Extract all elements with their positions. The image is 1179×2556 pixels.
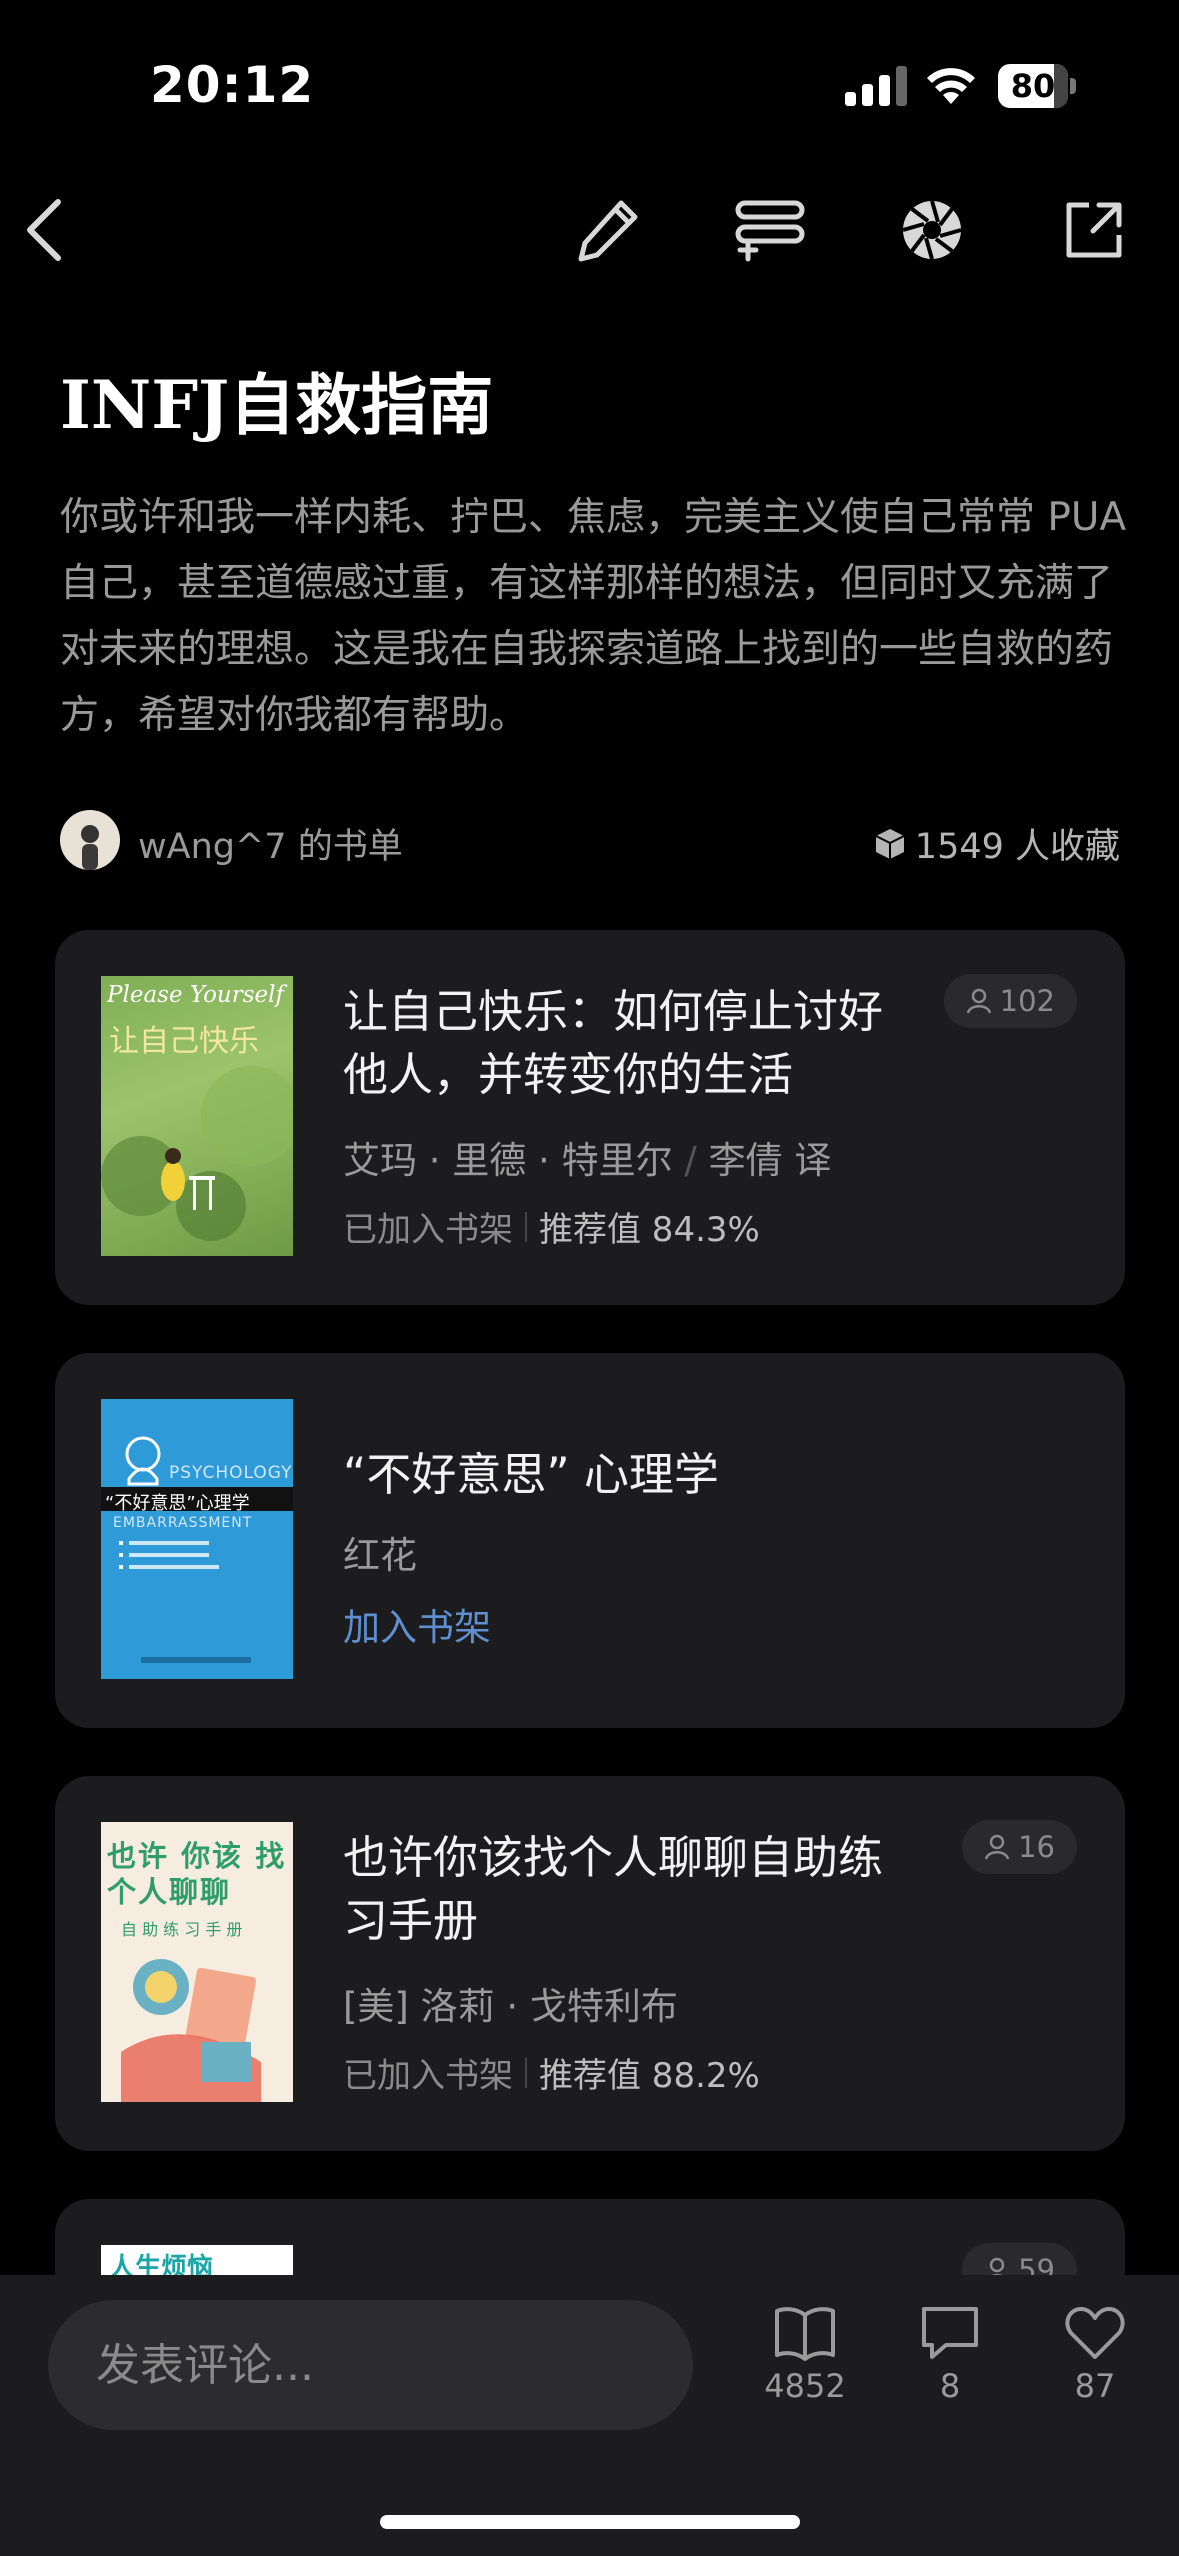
cover-title-cn: 让自己快乐 xyxy=(109,1024,259,1059)
bottom-bar: 4852 8 87 xyxy=(0,2275,1179,2556)
share-icon[interactable] xyxy=(1058,194,1130,266)
add-to-shelf-link[interactable]: 加入书架 xyxy=(343,1597,491,1651)
book-card[interactable]: PSYCHOLOGY “不好意思”心理学 EMBARRASSMENT “不好意思… xyxy=(55,1353,1125,1728)
readers-count: 102 xyxy=(999,984,1055,1018)
book-title: 也许你该找个人聊聊自助练习手册 xyxy=(343,1831,884,1947)
open-book-icon xyxy=(775,2307,835,2361)
book-card[interactable]: Please Yourself 让自己快乐 让自己快乐：如何停止讨好他人，并转变… xyxy=(55,930,1125,1305)
book-title: “不好意思” 心理学 xyxy=(343,1448,719,1501)
person-icon xyxy=(984,1834,1010,1860)
booklist-description: 你或许和我一样内耗、拧巴、焦虑，完美主义使自己常常 PUA 自己，甚至道德感过重… xyxy=(60,495,1127,738)
owner-row: wAng^7 的书单 1549 人收藏 xyxy=(60,810,1120,872)
readers-count: 16 xyxy=(1018,1830,1055,1864)
wifi-icon xyxy=(927,68,975,104)
collect-count[interactable]: 1549 人收藏 xyxy=(873,818,1120,869)
meta-divider xyxy=(525,1211,527,1242)
author-name: 艾玛 · 里德 · 特里尔 xyxy=(343,1139,673,1182)
battery-indicator: 80 xyxy=(998,64,1076,108)
cellular-signal-icon xyxy=(845,66,907,106)
book-author: [美] 洛莉 · 戈特利布 xyxy=(343,1985,678,2028)
add-to-list-icon[interactable] xyxy=(734,194,806,266)
status-time: 20:12 xyxy=(150,56,315,114)
book-cover: Please Yourself 让自己快乐 xyxy=(101,976,293,1256)
cube-icon xyxy=(875,828,905,859)
comment-bubble-icon xyxy=(922,2307,978,2359)
cover-title-cn: “不好意思”心理学 xyxy=(105,1493,250,1514)
book-meta: 已加入书架 推荐值 84.3% xyxy=(343,1202,760,1251)
shelf-status: 已加入书架 xyxy=(343,2056,513,2096)
author-separator: / xyxy=(684,1139,709,1182)
home-indicator xyxy=(380,2515,800,2529)
book-meta: 已加入书架 推荐值 88.2% xyxy=(343,2048,760,2097)
translator-name: 李倩 译 xyxy=(708,1139,832,1182)
reads-count: 4852 xyxy=(764,2367,846,2405)
avatar[interactable] xyxy=(60,810,120,870)
page-title: INFJ自救指南 xyxy=(60,366,494,444)
cover-title-en2: EMBARRASSMENT xyxy=(113,1515,253,1531)
meta-divider xyxy=(525,2057,527,2088)
comments-count: 8 xyxy=(939,2367,961,2405)
readers-badge: 16 xyxy=(962,1820,1077,1874)
shelf-status: 已加入书架 xyxy=(343,1210,513,1250)
battery-body: 80 xyxy=(998,64,1068,108)
readers-badge: 102 xyxy=(943,974,1077,1028)
battery-tip xyxy=(1070,78,1076,94)
comment-input[interactable] xyxy=(48,2300,693,2430)
recommend-score: 推荐值 84.3% xyxy=(539,1210,760,1250)
cover-title-cn: 也许 你该 找个人聊聊 xyxy=(107,1839,287,1909)
book-author: 红花 xyxy=(343,1534,417,1577)
book-cover: 也许 你该 找个人聊聊 自 助 练 习 手 册 xyxy=(101,1822,293,2102)
cover-title-en: PSYCHOLOGY xyxy=(169,1463,293,1483)
battery-percent: 80 xyxy=(1010,67,1056,105)
status-bar: 20:12 80 xyxy=(0,0,1179,170)
book-card[interactable]: 也许 你该 找个人聊聊 自 助 练 习 手 册 也许你该找个人聊聊自助练习手册 … xyxy=(55,1776,1125,2151)
person-icon xyxy=(966,988,991,1014)
recommend-score: 推荐值 88.2% xyxy=(539,2056,760,2096)
book-cover: PSYCHOLOGY “不好意思”心理学 EMBARRASSMENT xyxy=(101,1399,293,1679)
nav-bar xyxy=(0,180,1179,280)
aperture-icon[interactable] xyxy=(896,194,968,266)
owner-name[interactable]: wAng^7 的书单 xyxy=(138,818,403,869)
cover-subtitle: 自 助 练 习 手 册 xyxy=(121,1920,243,1939)
comments-button[interactable]: 8 xyxy=(895,2305,1005,2405)
reads-button[interactable]: 4852 xyxy=(750,2305,860,2405)
cover-title-en: Please Yourself xyxy=(107,982,285,1008)
likes-count: 87 xyxy=(1074,2367,1116,2405)
book-title: 让自己快乐：如何停止讨好他人，并转变你的生活 xyxy=(343,985,884,1101)
book-author: 艾玛 · 里德 · 特里尔 / 李倩 译 xyxy=(343,1130,831,1184)
edit-icon[interactable] xyxy=(572,194,644,266)
like-button[interactable]: 87 xyxy=(1040,2305,1150,2405)
back-icon[interactable] xyxy=(8,194,80,266)
collect-count-label: 1549 人收藏 xyxy=(914,827,1120,867)
heart-icon xyxy=(1065,2307,1125,2359)
